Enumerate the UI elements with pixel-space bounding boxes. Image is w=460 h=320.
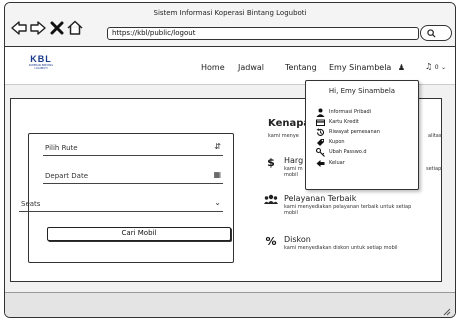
feature-desc: kami menyediakan diskon untuk setiap mob… [284,245,398,251]
menu-item-label: Riwayat pemesanan [329,129,380,135]
dropdown-greeting: Hi, Emy Sinambela [328,87,396,95]
menu-item-informasi-pribadi[interactable]: Informasi Pribadi [316,108,416,117]
back-button[interactable] [11,20,27,36]
credit-card-icon [316,119,325,126]
updown-icon: ⇵ [214,142,221,151]
menu-item-riwayat[interactable]: Riwayat pemesanan [316,128,416,137]
feature-desc: kami menyediakan pelayanan terbaik untuk… [284,204,438,216]
bell-icon: ♫ [425,62,433,71]
route-select[interactable]: Pilih Rute ⇵ [43,140,223,156]
tag-icon [317,139,324,146]
home-button[interactable] [67,20,83,36]
menu-item-kartu-kredit[interactable]: Kartu Kredit [316,118,416,127]
feature-title: Pelayanan Terbaik [284,194,357,203]
menu-item-label: Keluar [329,160,345,166]
nav-home[interactable]: Home [201,63,225,72]
menu-item-kupon[interactable]: Kupon [316,138,416,147]
search-form: Pilih Rute ⇵ Depart Date ▦ Seats ⌄ Cari … [19,133,234,263]
notification-count: 0 [434,64,439,71]
features-subtitle-right: alitas [428,133,442,139]
footer-bar [5,292,455,317]
user-name: Emy Sinambela [329,63,392,72]
calendar-icon: ▦ [213,170,221,179]
feature-title: Diskon [284,235,311,244]
percent-icon: % [265,235,277,248]
user-dropdown-menu: Hi, Emy Sinambela Informasi Pribadi Kart… [305,80,419,190]
address-bar[interactable]: https://kbl/public/logout [107,27,419,40]
date-placeholder: Depart Date [45,172,89,180]
forward-button[interactable] [30,20,46,36]
logo-subtext: KOPERASI BINTANG LOGUBOTI [28,64,54,70]
browser-search[interactable] [420,25,452,41]
nav-jadwal[interactable]: Jadwal [238,63,264,72]
features-subtitle-left: kami menye [268,133,299,139]
user-icon: ♟ [397,63,406,72]
logo-text: KBL [30,54,52,64]
stop-button[interactable] [49,20,65,36]
sign-out-icon [316,160,325,167]
notification-button[interactable]: ♫ 0 ⌄ [425,62,446,71]
menu-item-ubah-password[interactable]: Ubah Passwo.d [316,148,416,157]
seats-placeholder: Seats [21,200,41,208]
feature-title: Harg [284,156,304,165]
user-icon [316,108,325,117]
menu-item-label: Kupon [329,139,345,145]
arrow-left-icon [11,21,27,35]
history-icon [316,128,325,136]
key-icon [316,148,325,157]
menu-item-label: Informasi Pribadi [329,109,372,115]
cari-mobil-button[interactable]: Cari Mobil [47,227,231,241]
feature-desc-right: setiap [426,166,442,172]
chevron-down-icon: ⌄ [214,198,221,207]
arrow-right-icon [30,21,46,35]
close-icon [50,21,64,35]
users-icon [264,194,278,204]
site-logo[interactable]: KBL KOPERASI BINTANG LOGUBOTI [27,55,55,77]
user-menu-toggle[interactable]: Emy Sinambela ♟ [329,63,405,72]
chevron-down-icon: ⌄ [441,64,447,71]
feature-desc-line2: mobil [284,172,298,178]
browser-titlebar: Sistem Informasi Koperasi Bintang Logubo… [5,3,455,47]
depart-date-input[interactable]: Depart Date ▦ [43,168,223,184]
menu-item-keluar[interactable]: Keluar [316,159,416,168]
search-icon [427,28,436,38]
menu-item-label: Kartu Kredit [329,119,359,125]
feature-desc-line2: mobil [284,210,298,216]
dollar-icon: $ [267,156,275,169]
window-title: Sistem Informasi Koperasi Bintang Logubo… [153,9,307,17]
group-icon [264,194,278,208]
feature-desc-line1: kami menyediakan pelayanan terbaik untuk… [284,204,412,210]
menu-item-label: Ubah Passwo.d [329,149,367,155]
home-icon [67,20,83,35]
features-title: Kenapa [268,118,311,129]
seats-select[interactable]: Seats ⌄ [19,196,223,212]
nav-tentang[interactable]: Tentang [285,63,317,72]
resize-grip-icon[interactable] [441,306,451,316]
route-placeholder: Pilih Rute [45,144,78,152]
